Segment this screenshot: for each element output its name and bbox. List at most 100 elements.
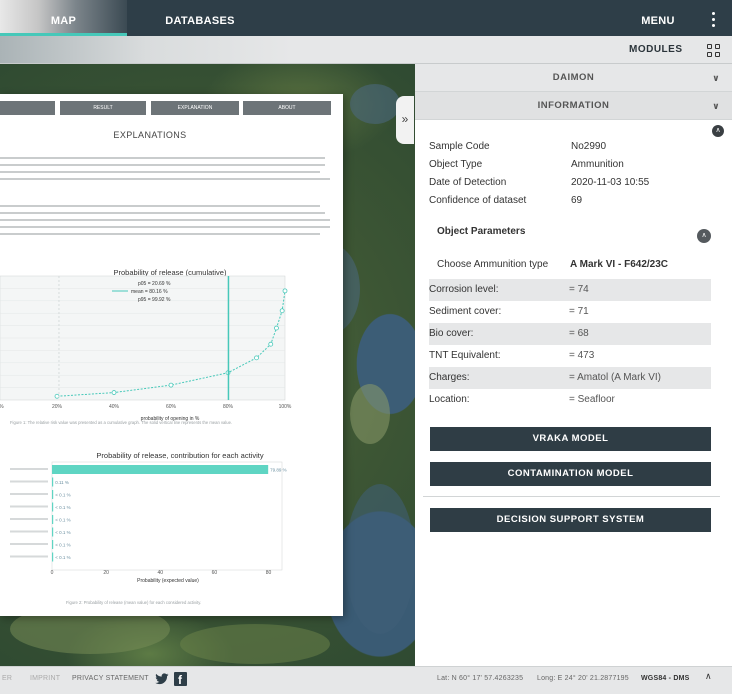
legend-p05: p05 = 20.69 % xyxy=(138,281,171,287)
info-label-sample-code: Sample Code xyxy=(429,141,490,152)
x-tick-label: 100% xyxy=(279,404,292,410)
data-point xyxy=(254,355,259,361)
bar xyxy=(52,502,54,512)
accordion-daimon[interactable]: DAIMON ∨ xyxy=(415,64,732,92)
data-point xyxy=(268,341,274,347)
privacy-statement-link[interactable]: PRIVACY STATEMENT xyxy=(72,667,149,691)
module-panel: DAIMON ∨ INFORMATION ∨ ∧ Sample Code No2… xyxy=(415,64,732,666)
object-parameters-heading: Object Parameters xyxy=(437,226,526,237)
chevron-down-icon[interactable]: ∨ xyxy=(712,64,720,92)
x-tick-label: 20 xyxy=(103,570,109,576)
info-value-object-type: Ammunition xyxy=(571,159,624,170)
modules-label[interactable]: MODULES xyxy=(629,36,683,64)
data-label: < 0.1 % xyxy=(55,530,70,535)
x-tick-label: 60% xyxy=(166,404,177,410)
text-line xyxy=(0,178,330,180)
report-tab-explanation[interactable]: EXPLANATION xyxy=(151,101,239,115)
contamination-model-button[interactable]: CONTAMINATION MODEL xyxy=(430,462,711,486)
param-label: Location: xyxy=(429,394,470,405)
category-label xyxy=(10,518,48,520)
kebab-menu-icon[interactable] xyxy=(705,12,721,32)
data-label: < 0.1 % xyxy=(55,505,70,510)
chevron-down-icon[interactable]: ∨ xyxy=(712,92,720,120)
param-value: = 74 xyxy=(569,284,589,295)
x-tick-label: 80% xyxy=(223,404,234,410)
param-value: = 71 xyxy=(569,306,589,317)
decision-support-system-button[interactable]: DECISION SUPPORT SYSTEM xyxy=(430,508,711,532)
param-row: TNT Equivalent: = 473 xyxy=(429,345,711,367)
twitter-icon[interactable] xyxy=(155,672,169,686)
x-tick-label: 40 xyxy=(157,570,163,576)
data-label: 79.89 % xyxy=(270,468,287,473)
x-tick-label: 60 xyxy=(212,570,218,576)
info-label-object-type: Object Type xyxy=(429,159,483,170)
ammunition-type-select[interactable]: A Mark VI - F642/23C xyxy=(570,259,668,270)
cumulative-release-chart: p05 = 20.69 % mean = 80.16 % p95 = 99.92… xyxy=(0,275,292,422)
tab-databases[interactable]: DATABASES xyxy=(150,0,250,36)
collapse-panel-toggle[interactable]: » xyxy=(396,96,414,144)
top-navigation-bar: MAP DATABASES MENU xyxy=(0,0,732,36)
imprint-link[interactable]: IMPRINT xyxy=(30,667,60,691)
param-value: = 473 xyxy=(569,350,595,361)
info-value-sample-code: No2990 xyxy=(571,141,607,152)
bar xyxy=(52,465,269,474)
chart2-caption: Figure 2: Probability of release (mean v… xyxy=(66,600,202,605)
text-line xyxy=(0,219,330,221)
chart2-title: Probability of release, contribution for… xyxy=(96,451,264,460)
bar xyxy=(52,515,54,524)
report-tab-about[interactable]: ABOUT xyxy=(243,101,331,115)
data-label: < 0.1 % xyxy=(55,493,70,498)
modules-bar: MODULES xyxy=(0,36,732,64)
report-title: EXPLANATIONS xyxy=(113,130,187,140)
menu-button[interactable]: MENU xyxy=(628,0,688,36)
bar xyxy=(52,540,54,549)
report-tab-result[interactable]: RESULT xyxy=(60,101,146,115)
text-line xyxy=(0,205,320,207)
x-tick-label: 0% xyxy=(0,404,4,410)
report-tab-0[interactable] xyxy=(0,101,55,115)
bar xyxy=(52,527,54,537)
collapse-up-icon[interactable]: ∧ xyxy=(697,229,711,243)
text-line xyxy=(0,171,320,173)
data-point xyxy=(282,288,288,294)
param-label: Charges: xyxy=(429,372,470,383)
text-line xyxy=(0,226,330,228)
info-value-date: 2020-11-03 10:55 xyxy=(571,177,650,188)
latitude-readout: Lat: N 60° 17' 57.4263235 xyxy=(437,675,524,682)
grid-icon[interactable] xyxy=(707,44,721,58)
data-point xyxy=(279,308,285,314)
footer-link-partial[interactable]: ER xyxy=(2,667,12,691)
data-label: < 0.1 % xyxy=(55,555,70,560)
category-label xyxy=(10,543,48,545)
param-row: Bio cover: = 68 xyxy=(429,323,711,345)
chevron-up-icon[interactable]: ∧ xyxy=(705,671,712,682)
param-label: Corrosion level: xyxy=(429,284,499,295)
category-label xyxy=(10,555,48,558)
legend-mean: mean = 80.16 % xyxy=(131,289,168,295)
param-row: Charges: = Amatol (A Mark VI) xyxy=(429,367,711,389)
x-tick-label: 80 xyxy=(266,570,272,576)
x-tick-label: 40% xyxy=(109,404,120,410)
crs-selector[interactable]: WGS84 - DMS xyxy=(641,667,689,691)
footer-bar: ER IMPRINT PRIVACY STATEMENT f Lat: N 60… xyxy=(0,666,732,694)
collapse-up-icon[interactable]: ∧ xyxy=(712,125,724,137)
facebook-icon[interactable]: f xyxy=(174,672,187,687)
param-value: = Amatol (A Mark VI) xyxy=(569,372,661,383)
x-tick-label: 20% xyxy=(52,404,63,410)
param-row: Location: = Seafloor xyxy=(429,389,711,411)
bar xyxy=(52,477,54,487)
info-label-date: Date of Detection xyxy=(429,177,507,188)
info-value-confidence: 69 xyxy=(571,195,583,206)
data-point xyxy=(274,325,279,331)
category-label xyxy=(10,468,48,470)
accordion-information[interactable]: INFORMATION ∨ xyxy=(415,92,732,120)
vraka-model-button[interactable]: VRAKA MODEL xyxy=(430,427,711,451)
chart1-caption: Figure 1: The relative risk value was pr… xyxy=(10,420,233,425)
tab-map[interactable]: MAP xyxy=(0,0,127,36)
param-value: = 68 xyxy=(569,328,589,339)
text-line xyxy=(0,212,325,214)
param-row: Corrosion level: = 74 xyxy=(429,279,711,301)
chart2-xlabel: Probability (expected value) xyxy=(137,578,199,584)
category-label xyxy=(10,505,48,508)
text-line xyxy=(0,157,325,159)
